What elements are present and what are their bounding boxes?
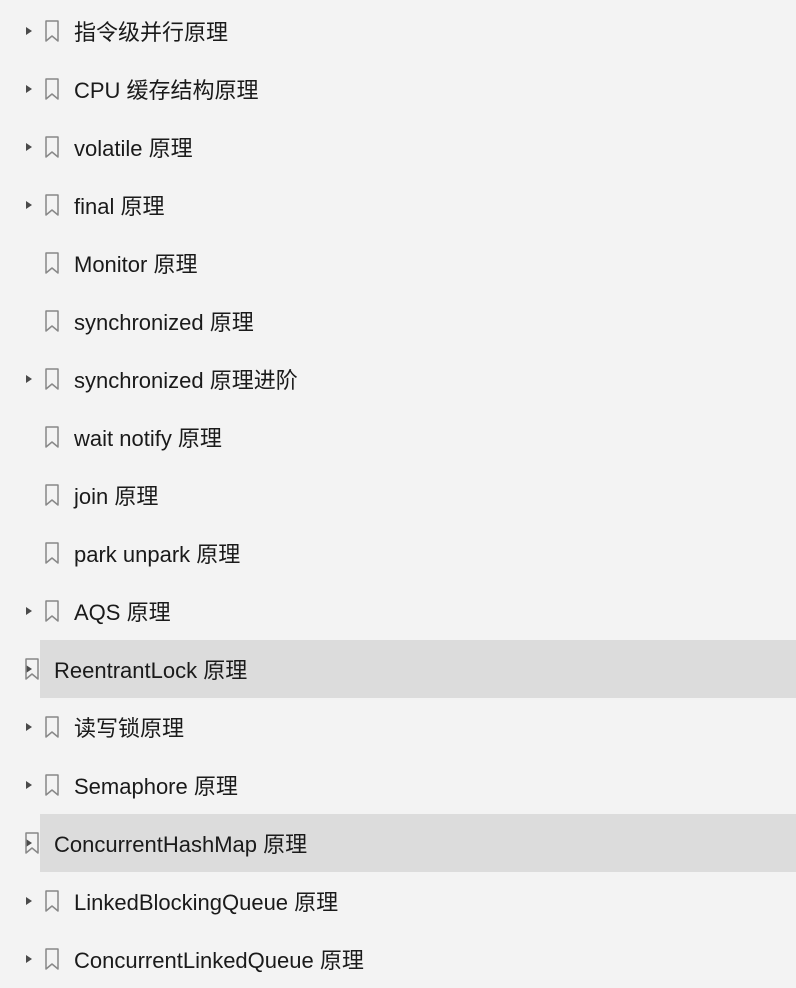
tree-item-label: 指令级并行原理 — [74, 15, 228, 47]
bookmark-icon — [44, 774, 60, 796]
tree-item[interactable]: AQS 原理 — [0, 582, 796, 640]
tree-item-label: 读写锁原理 — [74, 711, 184, 743]
bookmark-icon — [44, 426, 60, 448]
tree-item-label: wait notify 原理 — [74, 421, 222, 453]
tree-item[interactable]: ConcurrentHashMap 原理 — [0, 814, 796, 872]
tree-item[interactable]: 指令级并行原理 — [0, 2, 796, 60]
tree-item-label: AQS 原理 — [74, 595, 171, 627]
tree-item-label: ConcurrentLinkedQueue 原理 — [74, 943, 364, 975]
expand-icon[interactable] — [24, 374, 34, 384]
tree-item[interactable]: Monitor 原理 — [0, 234, 796, 292]
expand-icon[interactable] — [24, 26, 34, 36]
tree-item[interactable]: final 原理 — [0, 176, 796, 234]
bookmark-icon — [44, 20, 60, 42]
tree-item[interactable]: synchronized 原理 — [0, 292, 796, 350]
bookmark-icon — [44, 600, 60, 622]
tree-item-label: ConcurrentHashMap 原理 — [54, 827, 307, 859]
tree-item[interactable]: join 原理 — [0, 466, 796, 524]
bookmark-icon — [44, 78, 60, 100]
tree-item[interactable]: CPU 缓存结构原理 — [0, 60, 796, 118]
tree-item-label: CPU 缓存结构原理 — [74, 73, 259, 105]
tree-item-label: volatile 原理 — [74, 131, 193, 163]
tree-item-label: Monitor 原理 — [74, 247, 197, 279]
tree-item-label: synchronized 原理进阶 — [74, 363, 298, 395]
tree-item-label: ReentrantLock 原理 — [54, 653, 247, 685]
bookmark-icon — [24, 658, 40, 680]
bookmark-icon — [44, 368, 60, 390]
bookmark-icon — [44, 716, 60, 738]
bookmark-icon — [44, 890, 60, 912]
expand-icon[interactable] — [24, 722, 34, 732]
bookmark-icon — [44, 136, 60, 158]
tree-item[interactable]: volatile 原理 — [0, 118, 796, 176]
tree-item-label: synchronized 原理 — [74, 305, 254, 337]
tree-item[interactable]: park unpark 原理 — [0, 524, 796, 582]
bookmark-icon — [44, 542, 60, 564]
tree-item[interactable]: ReentrantLock 原理 — [0, 640, 796, 698]
expand-icon[interactable] — [24, 142, 34, 152]
tree-item[interactable]: ConcurrentLinkedQueue 原理 — [0, 930, 796, 988]
bookmark-icon — [24, 832, 40, 854]
tree-item[interactable]: Semaphore 原理 — [0, 756, 796, 814]
tree-item[interactable]: wait notify 原理 — [0, 408, 796, 466]
bookmark-icon — [44, 194, 60, 216]
expand-icon[interactable] — [24, 84, 34, 94]
expand-icon[interactable] — [24, 200, 34, 210]
tree-item[interactable]: synchronized 原理进阶 — [0, 350, 796, 408]
expand-icon[interactable] — [24, 780, 34, 790]
expand-icon[interactable] — [24, 954, 34, 964]
expand-icon[interactable] — [24, 606, 34, 616]
tree-item-label: LinkedBlockingQueue 原理 — [74, 885, 338, 917]
tree-item[interactable]: 读写锁原理 — [0, 698, 796, 756]
expand-icon[interactable] — [24, 896, 34, 906]
tree-item-label: Semaphore 原理 — [74, 769, 238, 801]
bookmark-icon — [44, 310, 60, 332]
tree-item-label: final 原理 — [74, 189, 164, 221]
tree-item[interactable]: LinkedBlockingQueue 原理 — [0, 872, 796, 930]
bookmark-icon — [44, 252, 60, 274]
bookmark-tree: 指令级并行原理 CPU 缓存结构原理 volatile 原理 final 原理 Moni… — [0, 0, 796, 988]
bookmark-icon — [44, 948, 60, 970]
bookmark-icon — [44, 484, 60, 506]
tree-item-label: park unpark 原理 — [74, 537, 240, 569]
tree-item-label: join 原理 — [74, 479, 158, 511]
